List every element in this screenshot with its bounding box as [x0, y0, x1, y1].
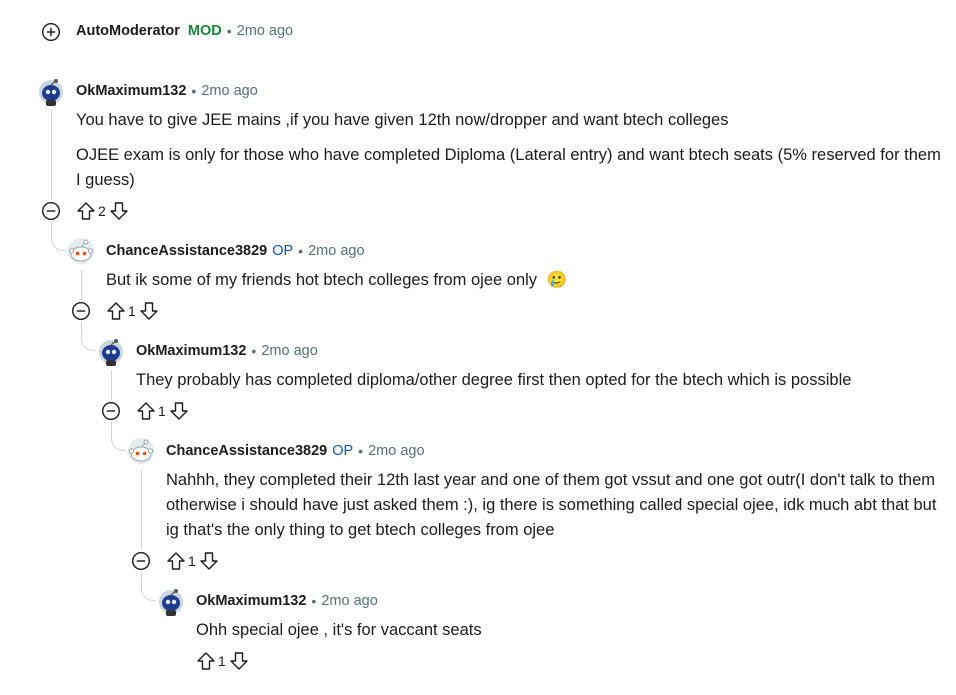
minus-circle-icon	[41, 201, 61, 221]
op-badge: OP	[272, 243, 294, 259]
separator-dot: •	[191, 83, 197, 99]
comment-header: OkMaximum132 • 2mo ago	[76, 83, 258, 99]
collapse-button[interactable]	[131, 551, 151, 571]
comment-paragraph: OJEE exam is only for those who have com…	[76, 146, 941, 189]
thread-elbow-level4	[141, 572, 156, 601]
author-name[interactable]: ChanceAssistance3829	[106, 243, 267, 259]
mod-badge: MOD	[187, 23, 222, 39]
comment-paragraph: Nahhh, they completed their 12th last ye…	[166, 471, 937, 539]
thread-line-level1[interactable]	[51, 110, 52, 200]
timestamp[interactable]: 2mo ago	[368, 443, 424, 459]
thread-line-level4[interactable]	[141, 470, 142, 550]
comment-body: You have to give JEE mains ,if you have …	[76, 108, 946, 193]
minus-circle-icon	[101, 401, 121, 421]
downvote-icon[interactable]	[229, 651, 249, 671]
author-name[interactable]: AutoModerator	[76, 23, 180, 39]
avatar[interactable]	[66, 236, 96, 266]
separator-dot: •	[251, 343, 257, 359]
comment-body: Nahhh, they completed their 12th last ye…	[166, 468, 941, 543]
timestamp[interactable]: 2mo ago	[261, 343, 317, 359]
thread-elbow-level3	[111, 422, 126, 451]
separator-dot: •	[298, 243, 304, 259]
comment-header: OkMaximum132 • 2mo ago	[196, 593, 378, 609]
vote-bar: 1	[196, 651, 249, 671]
plus-circle-icon	[41, 22, 61, 42]
vote-count: 1	[218, 653, 226, 669]
blue-snoo-avatar-icon	[39, 79, 63, 106]
expand-button[interactable]	[41, 22, 61, 42]
upvote-icon[interactable]	[106, 301, 126, 321]
default-snoo-avatar-icon	[128, 438, 154, 464]
avatar[interactable]	[37, 76, 65, 106]
thread-elbow-level2	[81, 322, 96, 351]
downvote-icon[interactable]	[169, 401, 189, 421]
minus-circle-icon	[71, 301, 91, 321]
vote-count: 2	[98, 203, 106, 219]
comment-paragraph: But ik some of my friends hot btech coll…	[106, 271, 538, 289]
automod-header: AutoModerator MOD • 2mo ago	[76, 23, 293, 39]
comment-paragraph: They probably has completed diploma/othe…	[136, 371, 852, 389]
vote-bar: 1	[136, 401, 189, 421]
comment-paragraph: Ohh special ojee , it's for vaccant seat…	[196, 621, 482, 639]
comment-header: OkMaximum132 • 2mo ago	[136, 343, 318, 359]
thread-line-level2[interactable]	[81, 270, 82, 300]
upvote-icon[interactable]	[166, 551, 186, 571]
thread-elbow-level1	[51, 222, 66, 251]
vote-bar: 1	[166, 551, 219, 571]
vote-count: 1	[128, 303, 136, 319]
vote-bar: 1	[106, 301, 159, 321]
downvote-icon[interactable]	[109, 201, 129, 221]
timestamp[interactable]: 2mo ago	[308, 243, 364, 259]
separator-dot: •	[311, 593, 317, 609]
emoji: 🥲	[546, 271, 568, 289]
author-name[interactable]: OkMaximum132	[76, 83, 186, 99]
avatar[interactable]	[126, 436, 156, 466]
blue-snoo-avatar-icon	[99, 339, 123, 366]
downvote-icon[interactable]	[139, 301, 159, 321]
comment-header: ChanceAssistance3829 OP • 2mo ago	[166, 443, 425, 459]
downvote-icon[interactable]	[199, 551, 219, 571]
comment-paragraph: You have to give JEE mains ,if you have …	[76, 111, 729, 129]
blue-snoo-avatar-icon	[159, 589, 183, 616]
author-name[interactable]: OkMaximum132	[196, 593, 306, 609]
timestamp[interactable]: 2mo ago	[237, 23, 293, 39]
avatar[interactable]	[157, 586, 185, 616]
collapse-button[interactable]	[71, 301, 91, 321]
comment-body: But ik some of my friends hot btech coll…	[106, 268, 946, 293]
comment-body: Ohh special ojee , it's for vaccant seat…	[196, 618, 936, 643]
upvote-icon[interactable]	[136, 401, 156, 421]
timestamp[interactable]: 2mo ago	[201, 83, 257, 99]
avatar[interactable]	[97, 336, 125, 366]
thread-line-level3[interactable]	[111, 370, 112, 400]
collapse-button[interactable]	[41, 201, 61, 221]
upvote-icon[interactable]	[76, 201, 96, 221]
vote-count: 1	[158, 403, 166, 419]
separator-dot: •	[358, 443, 364, 459]
upvote-icon[interactable]	[196, 651, 216, 671]
collapse-button[interactable]	[101, 401, 121, 421]
comment-header: ChanceAssistance3829 OP • 2mo ago	[106, 243, 365, 259]
default-snoo-avatar-icon	[68, 238, 94, 264]
author-name[interactable]: OkMaximum132	[136, 343, 246, 359]
author-name[interactable]: ChanceAssistance3829	[166, 443, 327, 459]
comment-body: They probably has completed diploma/othe…	[136, 368, 946, 393]
vote-count: 1	[188, 553, 196, 569]
separator-dot: •	[226, 23, 232, 39]
minus-circle-icon	[131, 551, 151, 571]
timestamp[interactable]: 2mo ago	[321, 593, 377, 609]
vote-bar: 2	[76, 201, 129, 221]
op-badge: OP	[332, 443, 354, 459]
